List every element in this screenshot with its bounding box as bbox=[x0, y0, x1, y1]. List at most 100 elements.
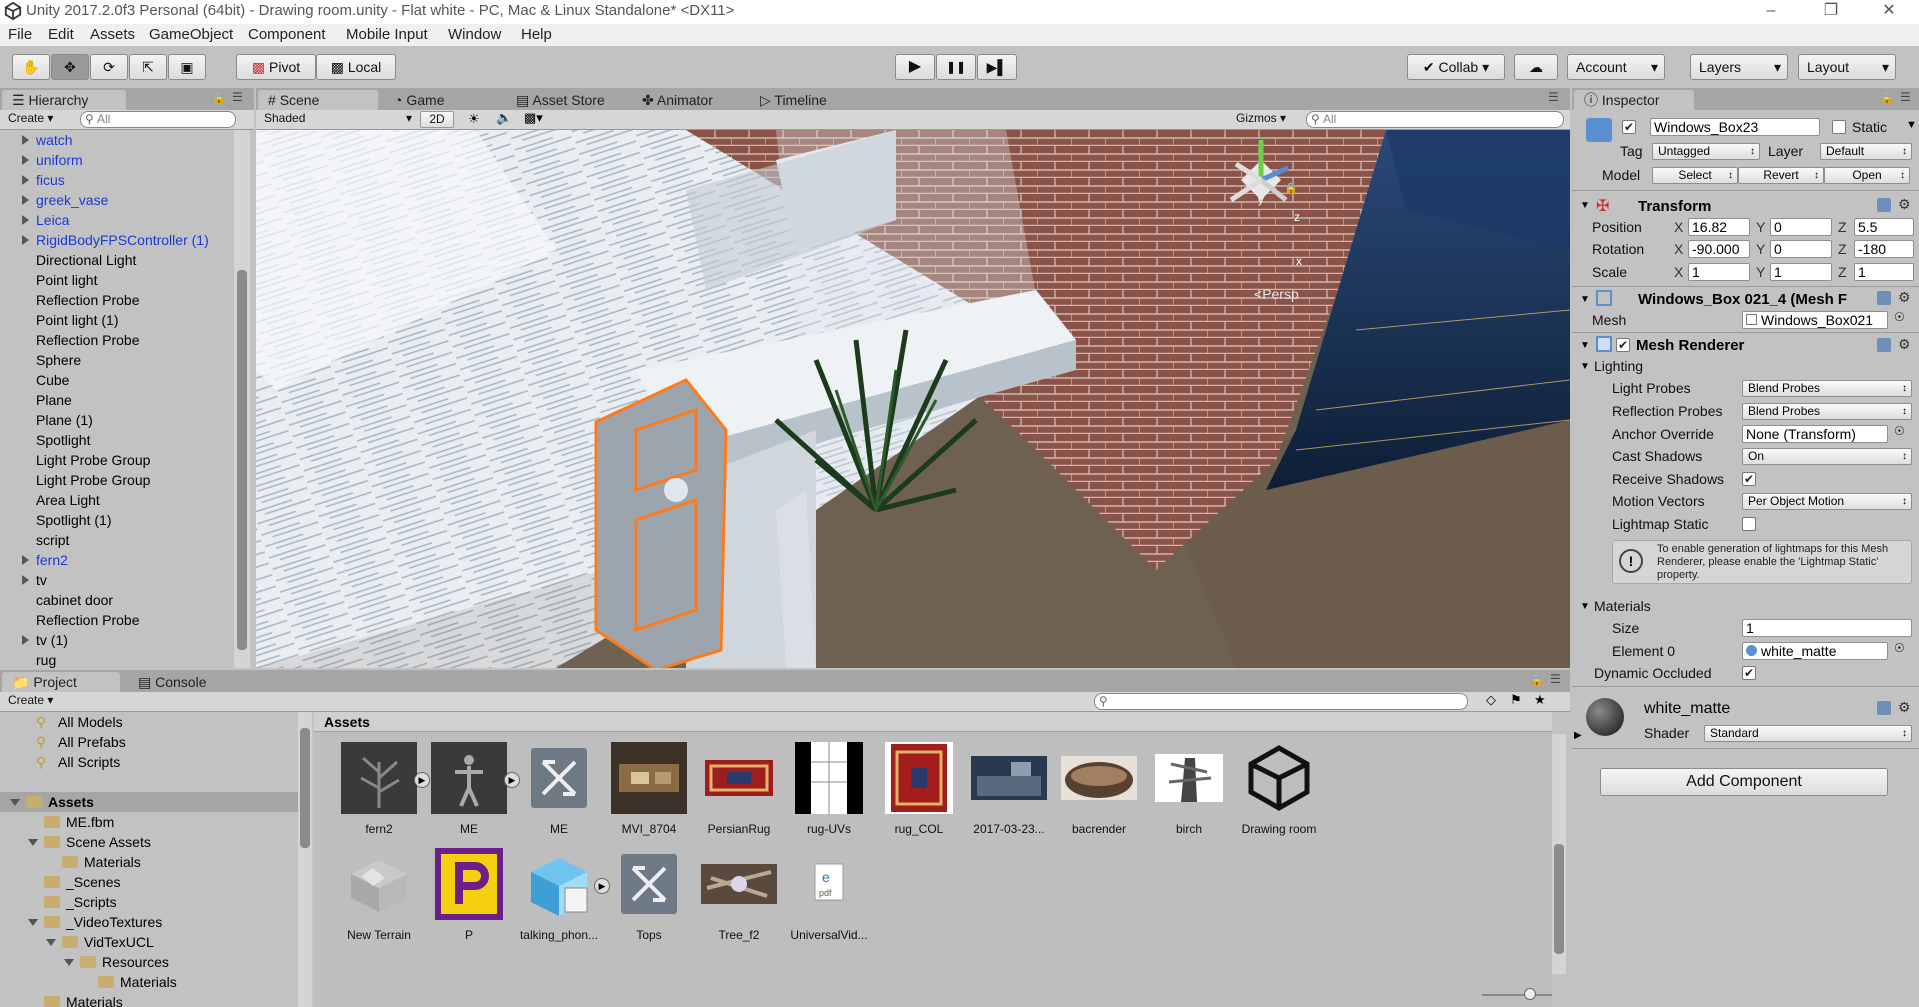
project-create-button[interactable]: Create ▾ bbox=[4, 693, 70, 710]
rotation-x-field[interactable]: -90.000 bbox=[1688, 240, 1750, 258]
dynamic-occluded-checkbox[interactable]: ✔ bbox=[1742, 666, 1756, 680]
menu-assets[interactable]: Assets bbox=[90, 26, 135, 43]
effects-toggle-icon[interactable]: ▩▾ bbox=[524, 110, 543, 126]
asset-item[interactable]: PersianRug bbox=[694, 742, 784, 842]
hierarchy-item[interactable]: greek_vase bbox=[0, 190, 234, 210]
favorite-item[interactable]: ⚲ All Prefabs bbox=[0, 732, 290, 752]
asset-item[interactable]: P bbox=[424, 848, 514, 948]
folder-tree-item[interactable]: _VideoTextures bbox=[0, 912, 298, 932]
asset-item[interactable]: e pdf UniversalVid... bbox=[784, 848, 874, 948]
step-button[interactable]: ▶▌ bbox=[977, 54, 1017, 80]
asset-item[interactable]: New Terrain bbox=[334, 848, 424, 948]
menu-edit[interactable]: Edit bbox=[48, 26, 74, 43]
light-probes-dropdown[interactable]: Blend Probes bbox=[1742, 380, 1912, 397]
folder-tree-item[interactable]: Materials bbox=[0, 972, 298, 992]
lock-icon[interactable]: 🔒 bbox=[212, 92, 226, 105]
object-picker-icon[interactable]: ☉ bbox=[1894, 424, 1905, 438]
tab-console[interactable]: ▤ Console bbox=[128, 672, 217, 692]
asset-item[interactable]: bacrender bbox=[1054, 742, 1144, 842]
move-tool-button[interactable]: ✥ bbox=[51, 54, 89, 80]
scene-search-input[interactable]: ⚲ All bbox=[1306, 111, 1564, 128]
object-name-field[interactable]: Windows_Box23 bbox=[1650, 118, 1820, 136]
tag-dropdown[interactable]: Untagged bbox=[1652, 143, 1760, 160]
breadcrumb-assets[interactable]: Assets bbox=[324, 714, 370, 730]
mesh-field[interactable]: Windows_Box021 bbox=[1742, 311, 1888, 329]
materials-size-field[interactable]: 1 bbox=[1742, 619, 1912, 637]
chevron-right-icon[interactable] bbox=[22, 195, 29, 205]
pause-button[interactable]: ❚❚ bbox=[936, 54, 976, 80]
help-icon[interactable] bbox=[1877, 198, 1891, 212]
hierarchy-item[interactable]: rug bbox=[0, 650, 234, 670]
project-search-input[interactable]: ⚲ bbox=[1094, 693, 1468, 710]
folder-tree-item[interactable]: Materials bbox=[0, 992, 298, 1007]
help-icon[interactable] bbox=[1877, 701, 1891, 715]
favorite-item[interactable]: ⚲ All Models bbox=[0, 712, 290, 732]
hierarchy-item[interactable]: Spotlight bbox=[0, 430, 234, 450]
anchor-override-field[interactable]: None (Transform) bbox=[1742, 425, 1888, 443]
menu-help[interactable]: Help bbox=[521, 26, 552, 43]
asset-item[interactable]: ▶ fern2 bbox=[334, 742, 430, 842]
folder-tree-item[interactable]: VidTexUCL bbox=[0, 932, 298, 952]
receive-shadows-checkbox[interactable]: ✔ bbox=[1742, 472, 1756, 486]
motion-vectors-dropdown[interactable]: Per Object Motion bbox=[1742, 493, 1912, 510]
project-tree-scrollbar[interactable] bbox=[298, 712, 312, 1007]
layer-dropdown[interactable]: Default bbox=[1820, 143, 1912, 160]
chevron-down-icon[interactable]: ▼ bbox=[1580, 200, 1590, 211]
asset-item[interactable]: Tree_f2 bbox=[694, 848, 784, 948]
chevron-down-icon[interactable] bbox=[64, 959, 74, 966]
hierarchy-item[interactable]: Directional Light bbox=[0, 250, 234, 270]
hierarchy-item[interactable]: tv (1) bbox=[0, 630, 234, 650]
layers-dropdown[interactable]: Layers ▾ bbox=[1690, 54, 1788, 80]
chevron-right-icon[interactable] bbox=[22, 155, 29, 165]
chevron-right-icon[interactable] bbox=[22, 175, 29, 185]
chevron-down-icon[interactable]: ▼ bbox=[1580, 340, 1590, 351]
hierarchy-scrollbar[interactable] bbox=[234, 130, 250, 668]
hierarchy-item[interactable]: watch bbox=[0, 130, 234, 150]
menu-file[interactable]: File bbox=[8, 26, 32, 43]
favorite-item[interactable]: ⚲ All Scripts bbox=[0, 752, 290, 772]
tab-scene[interactable]: # Scene bbox=[258, 90, 378, 110]
help-icon[interactable] bbox=[1877, 338, 1891, 352]
model-select-button[interactable]: Select bbox=[1652, 167, 1738, 184]
hand-tool-button[interactable]: ✋ bbox=[12, 54, 50, 80]
scale-x-field[interactable]: 1 bbox=[1688, 263, 1750, 281]
menu-window[interactable]: Window bbox=[448, 26, 501, 43]
asset-item[interactable]: Tops bbox=[604, 848, 694, 948]
hierarchy-item[interactable]: Sphere bbox=[0, 350, 234, 370]
menu-gameobject[interactable]: GameObject bbox=[149, 26, 233, 43]
hierarchy-item[interactable]: RigidBodyFPSController (1) bbox=[0, 230, 234, 250]
scene-viewport[interactable] bbox=[256, 130, 1570, 668]
cast-shadows-dropdown[interactable]: On bbox=[1742, 448, 1912, 465]
2d-toggle[interactable]: 2D bbox=[420, 111, 454, 128]
assets-scrollbar[interactable] bbox=[1552, 734, 1566, 974]
chevron-right-icon[interactable]: ▶ bbox=[1574, 730, 1582, 741]
tab-game[interactable]: ◔ Game bbox=[384, 90, 454, 110]
folder-tree-item[interactable]: ME.fbm bbox=[0, 812, 298, 832]
layout-dropdown[interactable]: Layout ▾ bbox=[1798, 54, 1896, 80]
hierarchy-item[interactable]: Light Probe Group bbox=[0, 450, 234, 470]
tab-animator[interactable]: ✤ Animator bbox=[632, 90, 723, 110]
object-picker-icon[interactable]: ☉ bbox=[1894, 310, 1905, 324]
asset-item[interactable]: 2017-03-23... bbox=[964, 742, 1054, 842]
panel-menu-icon[interactable]: ☰ bbox=[1900, 90, 1911, 104]
pivot-button[interactable]: ▩ Pivot bbox=[236, 54, 316, 80]
materials-foldout[interactable]: Materials bbox=[1594, 598, 1651, 614]
hierarchy-item[interactable]: Spotlight (1) bbox=[0, 510, 234, 530]
lock-icon[interactable]: 🔒 bbox=[1880, 92, 1894, 105]
chevron-right-icon[interactable] bbox=[22, 635, 29, 645]
mesh-renderer-enabled-checkbox[interactable]: ✔ bbox=[1616, 338, 1630, 352]
chevron-right-icon[interactable] bbox=[22, 135, 29, 145]
close-button[interactable]: ✕ bbox=[1866, 0, 1912, 24]
audio-toggle-icon[interactable]: 🔈 bbox=[496, 110, 512, 126]
hierarchy-create-button[interactable]: Create ▾ bbox=[4, 111, 70, 128]
hierarchy-item[interactable]: Point light bbox=[0, 270, 234, 290]
maximize-button[interactable]: ❐ bbox=[1808, 0, 1854, 24]
local-button[interactable]: ▩ Local bbox=[316, 54, 396, 80]
gear-icon[interactable]: ⚙ bbox=[1898, 699, 1911, 716]
hierarchy-item[interactable]: Reflection Probe bbox=[0, 330, 234, 350]
asset-item[interactable]: birch bbox=[1144, 742, 1234, 842]
asset-item[interactable]: MVI_8704 bbox=[604, 742, 694, 842]
hierarchy-scroll-thumb[interactable] bbox=[237, 270, 247, 650]
object-picker-icon[interactable]: ☉ bbox=[1894, 641, 1905, 655]
lightmap-static-checkbox[interactable] bbox=[1742, 517, 1756, 531]
